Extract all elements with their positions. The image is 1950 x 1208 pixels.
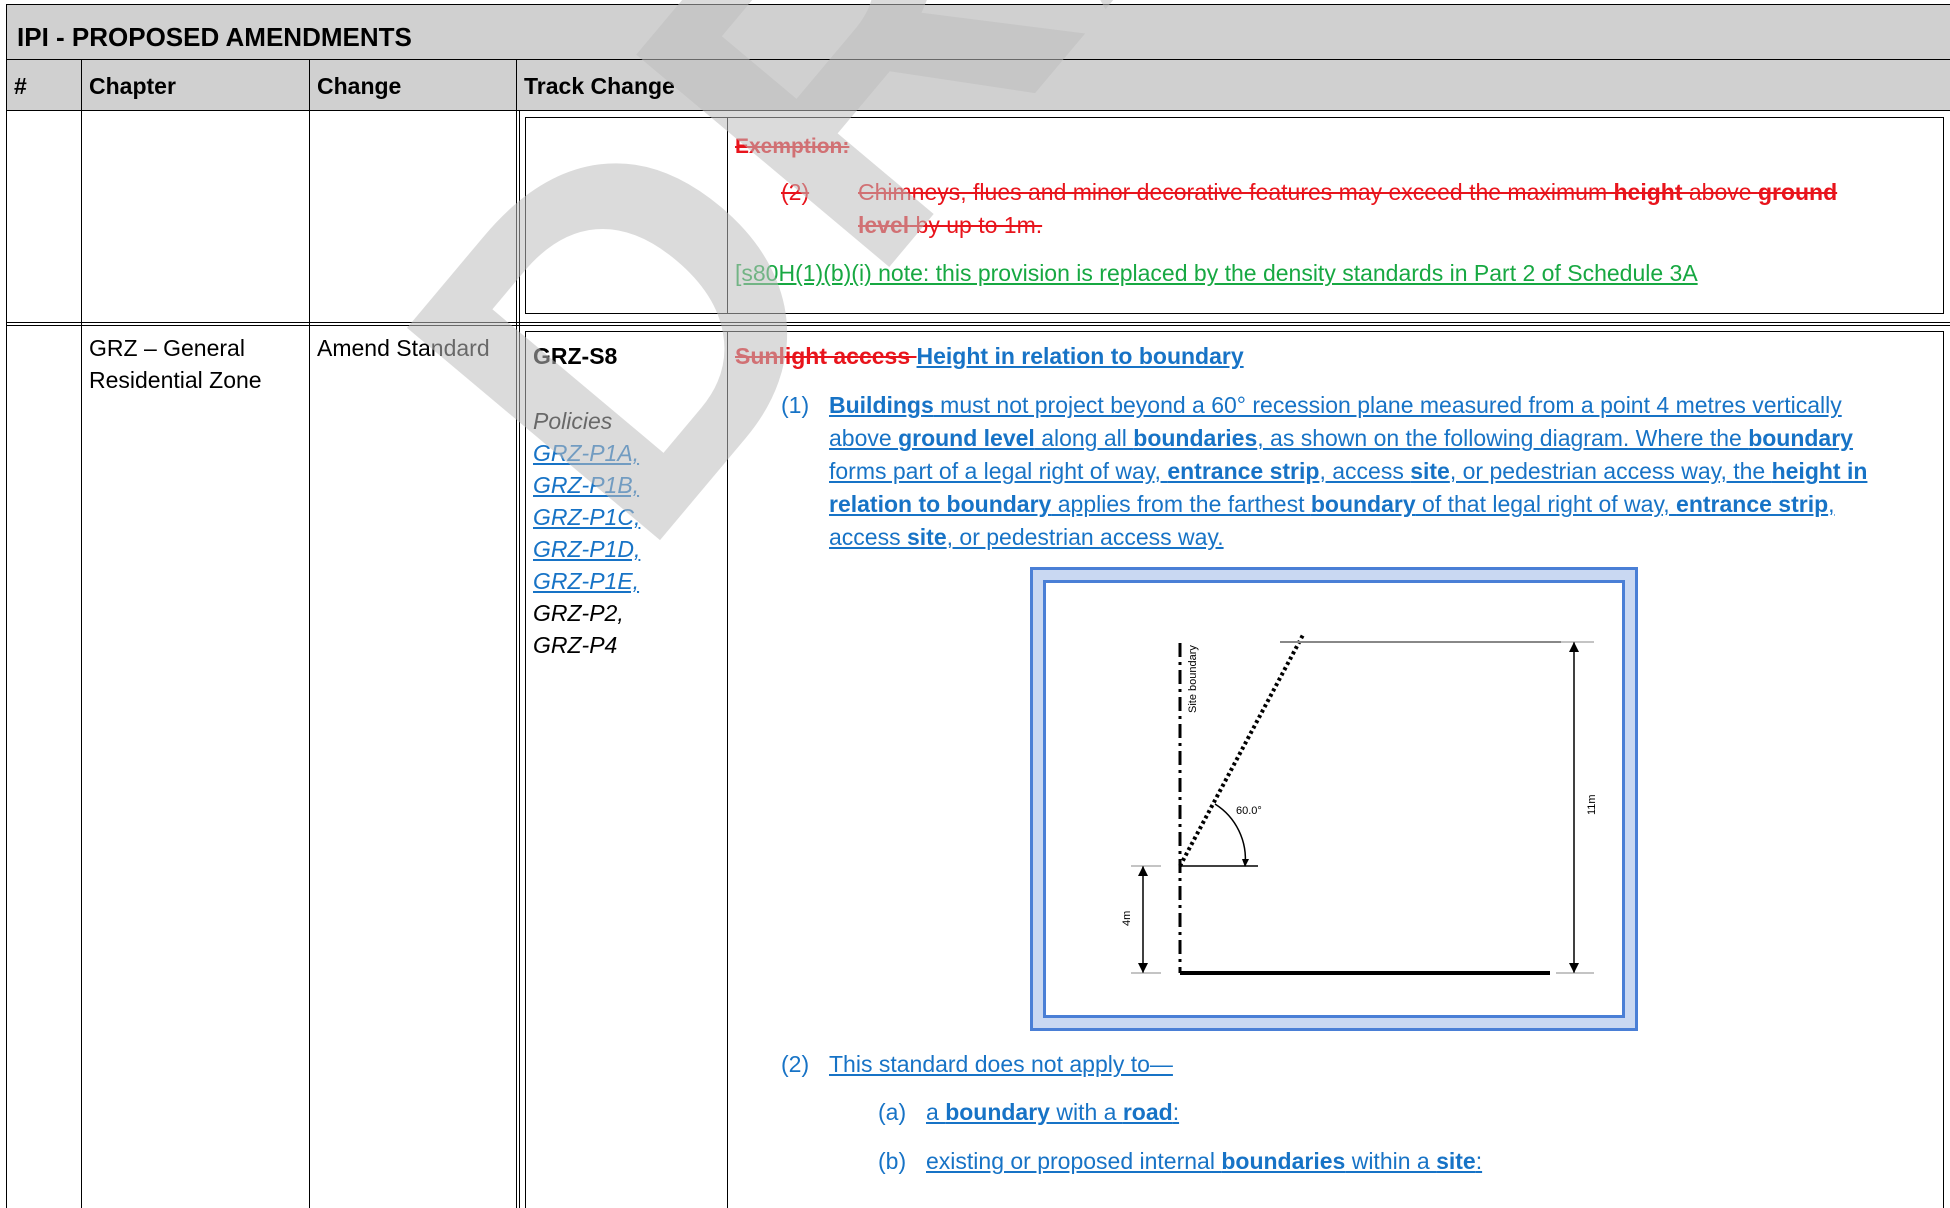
- table-border-header: [6, 110, 1950, 111]
- row2-chapter: GRZ – General Residential Zone: [89, 335, 262, 393]
- policy-plain: GRZ-P4: [533, 632, 618, 658]
- row1-note: [s80H(1)(b)(i) note: this provision is r…: [735, 260, 1698, 286]
- col-border-num: [81, 59, 82, 1208]
- sub-b-label: (b): [878, 1148, 907, 1174]
- row1-inner-divider: [727, 117, 728, 314]
- row1-item-text: Chimneys, flues and minor decorative fea…: [858, 179, 1838, 238]
- col-border-change-double: [519, 110, 520, 1208]
- col-border-change: [516, 59, 517, 1208]
- document-page: IPI - PROPOSED AMENDMENTS # Chapter Chan…: [0, 0, 1950, 1208]
- policy-link[interactable]: GRZ-P1A,: [533, 437, 640, 469]
- sub-b-text: existing or proposed internal boundaries…: [926, 1148, 1483, 1174]
- diagram-svg: Site boundary 60.0° 11m 4m: [1121, 632, 1598, 975]
- clause2-text: This standard does not apply to—: [829, 1051, 1173, 1077]
- policy-link[interactable]: GRZ-P1B,: [533, 469, 640, 501]
- dim-11m-arrow-top: [1569, 642, 1579, 652]
- sub-a-text: a boundary with a road:: [926, 1099, 1180, 1125]
- angle-label: 60.0°: [1236, 805, 1262, 817]
- dim-4m-arrow-top: [1138, 866, 1148, 876]
- site-boundary-label: Site boundary: [1187, 645, 1199, 713]
- standard-code: GRZ-S8: [533, 343, 618, 369]
- row2-inner-divider: [727, 331, 728, 1208]
- table-border-top: [6, 4, 1950, 5]
- dim-11m-arrow-bottom: [1569, 963, 1579, 973]
- table-header-row: # Chapter Change Track Change: [6, 60, 1950, 110]
- row-divider: [6, 322, 1950, 323]
- policy-link[interactable]: GRZ-P1C,: [533, 501, 640, 533]
- policy-plain: GRZ-P2,: [533, 600, 624, 626]
- standard-heading: Sunlight access Height in relation to bo…: [735, 343, 1244, 369]
- clause2-number: (2): [781, 1051, 810, 1077]
- row1-item-number: (2): [781, 179, 810, 205]
- header-num: #: [14, 73, 27, 99]
- clause1-text: Buildings must not project beyond a 60° …: [829, 392, 1868, 550]
- height-4m-label: 4m: [1121, 911, 1133, 926]
- header-change: Change: [317, 73, 402, 99]
- policy-link[interactable]: GRZ-P1E,: [533, 565, 640, 597]
- col-border-chapter: [309, 59, 310, 1208]
- recession-plane-diagram: Site boundary 60.0° 11m 4m: [1030, 567, 1638, 1031]
- row2-change: Amend Standard: [317, 335, 490, 361]
- table-border-title: [6, 59, 1950, 60]
- sub-a-label: (a): [878, 1099, 907, 1125]
- title-bar: IPI - PROPOSED AMENDMENTS: [6, 4, 1950, 60]
- header-track-change: Track Change: [524, 73, 675, 99]
- row-divider-double: [6, 325, 1950, 326]
- policies-list: GRZ-P1A, GRZ-P1B, GRZ-P1C, GRZ-P1D, GRZ-…: [533, 437, 640, 661]
- clause1-number: (1): [781, 392, 810, 418]
- dim-4m-arrow-bottom: [1138, 963, 1148, 973]
- document-title: IPI - PROPOSED AMENDMENTS: [17, 22, 412, 52]
- policy-link[interactable]: GRZ-P1D,: [533, 533, 640, 565]
- diagram-canvas: Site boundary 60.0° 11m 4m: [1043, 580, 1625, 1018]
- policies-label: Policies: [533, 408, 613, 434]
- exemption-heading: Exemption:: [735, 135, 850, 158]
- height-11m-label: 11m: [1586, 794, 1598, 815]
- col-border-left: [6, 4, 7, 1208]
- header-chapter: Chapter: [89, 73, 176, 99]
